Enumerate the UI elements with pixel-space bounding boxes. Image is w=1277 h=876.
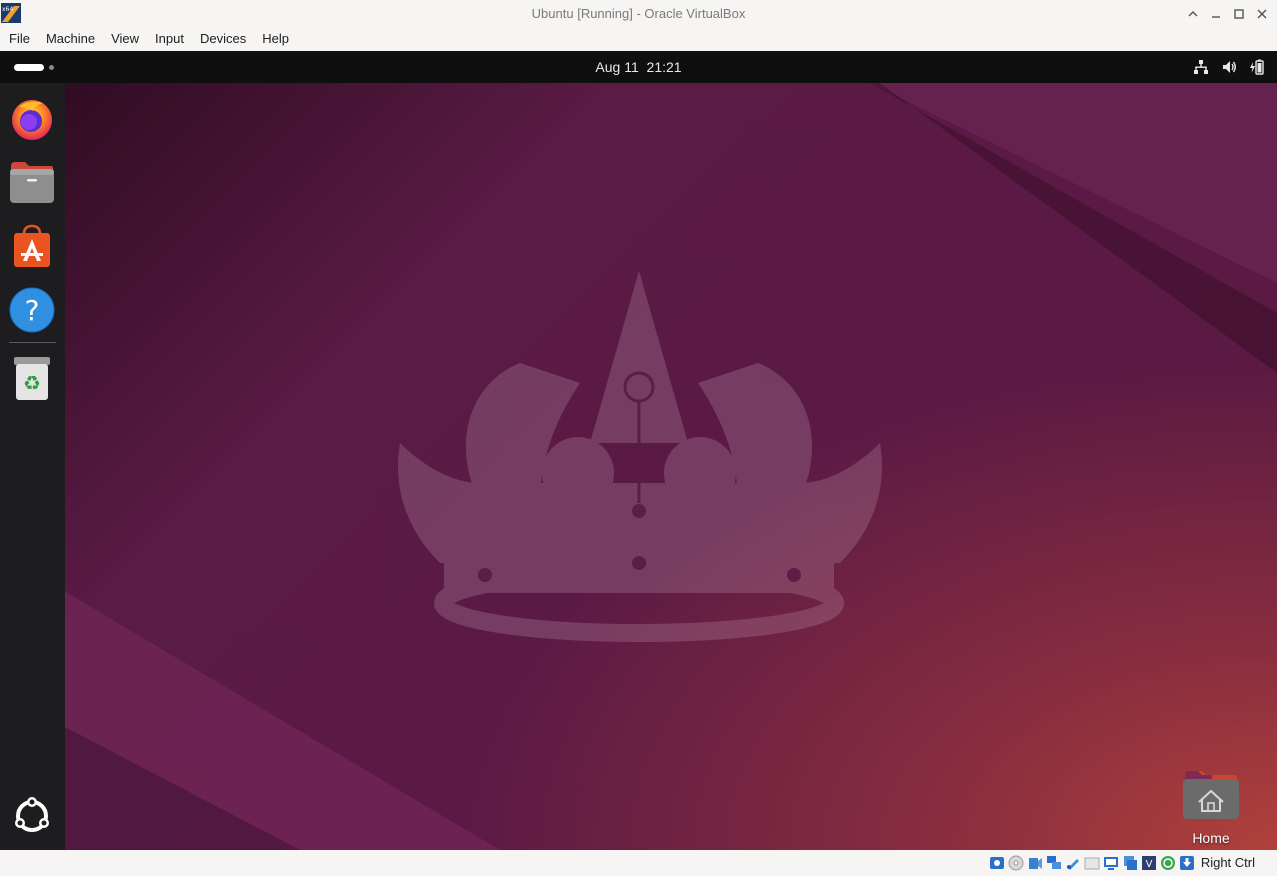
help-icon[interactable]: ? — [9, 287, 55, 333]
usb-icon[interactable] — [1065, 855, 1081, 871]
window-maximize-button[interactable] — [1227, 4, 1250, 24]
show-apps-button[interactable] — [9, 793, 55, 839]
menu-bar: File Machine View Input Devices Help — [0, 28, 1277, 51]
network-adapter-icon[interactable] — [1046, 855, 1062, 871]
window-minimize-button[interactable] — [1204, 4, 1227, 24]
trash-icon[interactable]: ♻ — [9, 355, 55, 401]
clock-time: 21:21 — [646, 59, 682, 75]
wallpaper-art — [0, 83, 1277, 850]
volume-icon[interactable] — [1221, 59, 1237, 75]
clock-date: Aug 11 — [595, 59, 639, 75]
optical-drive-icon[interactable] — [1008, 855, 1024, 871]
menu-input[interactable]: Input — [146, 28, 191, 51]
window-titlebar[interactable]: x64 Ubuntu [Running] - Oracle VirtualBox — [0, 0, 1277, 28]
gnome-top-bar: Aug 11 21:21 — [0, 51, 1277, 83]
files-icon[interactable] — [9, 159, 55, 205]
dock-separator — [9, 342, 56, 343]
app-center-icon[interactable] — [9, 223, 55, 269]
menu-help[interactable]: Help — [253, 28, 296, 51]
mouse-integration-icon[interactable] — [1179, 855, 1195, 871]
desktop-wallpaper[interactable]: Home — [0, 83, 1277, 850]
guest-additions-icon[interactable] — [1160, 855, 1176, 871]
ubuntu-dock: ? ♻ — [0, 83, 65, 850]
firefox-icon[interactable] — [9, 95, 55, 141]
menu-devices[interactable]: Devices — [191, 28, 253, 51]
window-title: Ubuntu [Running] - Oracle VirtualBox — [531, 6, 746, 21]
virtualization-icon[interactable]: V — [1141, 855, 1157, 871]
host-key-label: Right Ctrl — [1200, 855, 1255, 870]
menu-machine[interactable]: Machine — [37, 28, 102, 51]
hard-disk-icon[interactable] — [989, 855, 1005, 871]
system-tray[interactable] — [1193, 59, 1265, 75]
home-folder-label: Home — [1192, 830, 1230, 846]
guest-display[interactable]: Home Aug 11 21:21 ? ♻ — [0, 51, 1277, 850]
svg-text:♻: ♻ — [23, 371, 41, 395]
network-icon[interactable] — [1193, 59, 1209, 75]
menu-file[interactable]: File — [0, 28, 37, 51]
battery-icon[interactable] — [1249, 59, 1265, 75]
svg-text:?: ? — [25, 294, 40, 327]
audio-device-icon[interactable] — [1027, 855, 1043, 871]
window-close-button[interactable] — [1250, 4, 1273, 24]
shared-folders-icon[interactable] — [1084, 855, 1100, 871]
clock[interactable]: Aug 11 21:21 — [0, 59, 1277, 75]
recording-icon[interactable] — [1122, 855, 1138, 871]
window-collapse-button[interactable] — [1181, 4, 1204, 24]
vm-status-bar: V Right Ctrl — [0, 850, 1277, 876]
svg-text:V: V — [1146, 859, 1153, 870]
home-folder-icon[interactable] — [1182, 769, 1240, 821]
ubuntu-logo-icon — [9, 797, 55, 843]
menu-view[interactable]: View — [102, 28, 146, 51]
display-icon[interactable] — [1103, 855, 1119, 871]
